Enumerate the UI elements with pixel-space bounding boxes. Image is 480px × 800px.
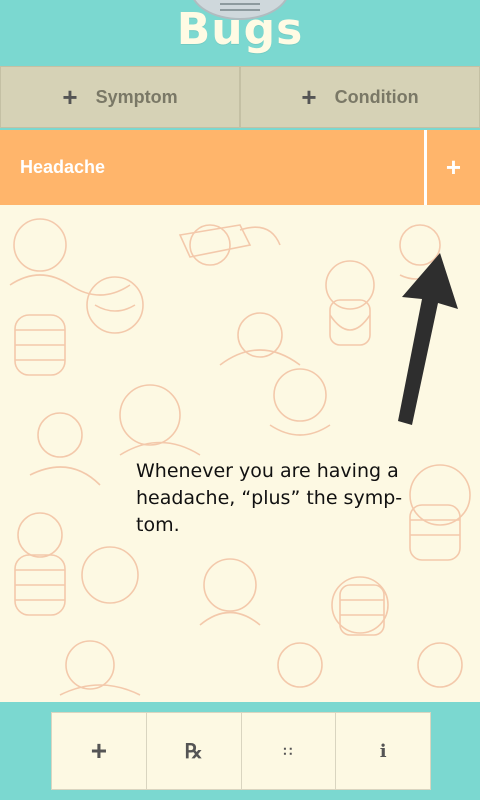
info-icon: i bbox=[379, 740, 387, 762]
app-title: Bugs bbox=[176, 4, 304, 55]
content-area: Whenever you are having a headache, “plu… bbox=[0, 205, 480, 702]
add-symptom-button[interactable]: + Symptom bbox=[0, 66, 240, 128]
nav-add-button[interactable]: + bbox=[52, 713, 147, 789]
symptom-row-headache[interactable]: Headache + bbox=[0, 130, 480, 205]
prescription-icon: ℞ bbox=[184, 740, 203, 763]
add-condition-label: Condition bbox=[334, 86, 419, 107]
add-bar: + Symptom + Condition bbox=[0, 66, 480, 128]
nav-prescription-button[interactable]: ℞ bbox=[147, 713, 242, 789]
add-condition-button[interactable]: + Condition bbox=[240, 66, 480, 128]
plus-icon: + bbox=[62, 81, 78, 112]
add-symptom-label: Symptom bbox=[95, 86, 178, 107]
bottom-nav: + ℞ ∷ i bbox=[51, 712, 431, 790]
plus-symptom-button[interactable]: + bbox=[427, 130, 480, 205]
hint-text: Whenever you are having a headache, “plu… bbox=[136, 460, 403, 536]
footer: + ℞ ∷ i bbox=[0, 702, 480, 800]
nav-grid-button[interactable]: ∷ bbox=[242, 713, 337, 789]
app-header: Bugs bbox=[0, 0, 480, 66]
grid-icon: ∷ bbox=[283, 742, 294, 759]
nav-info-button[interactable]: i bbox=[336, 713, 430, 789]
symptom-name: Headache bbox=[20, 157, 106, 177]
add-icon: + bbox=[90, 735, 108, 766]
plus-icon: + bbox=[301, 81, 317, 112]
arrow-icon bbox=[398, 253, 458, 425]
